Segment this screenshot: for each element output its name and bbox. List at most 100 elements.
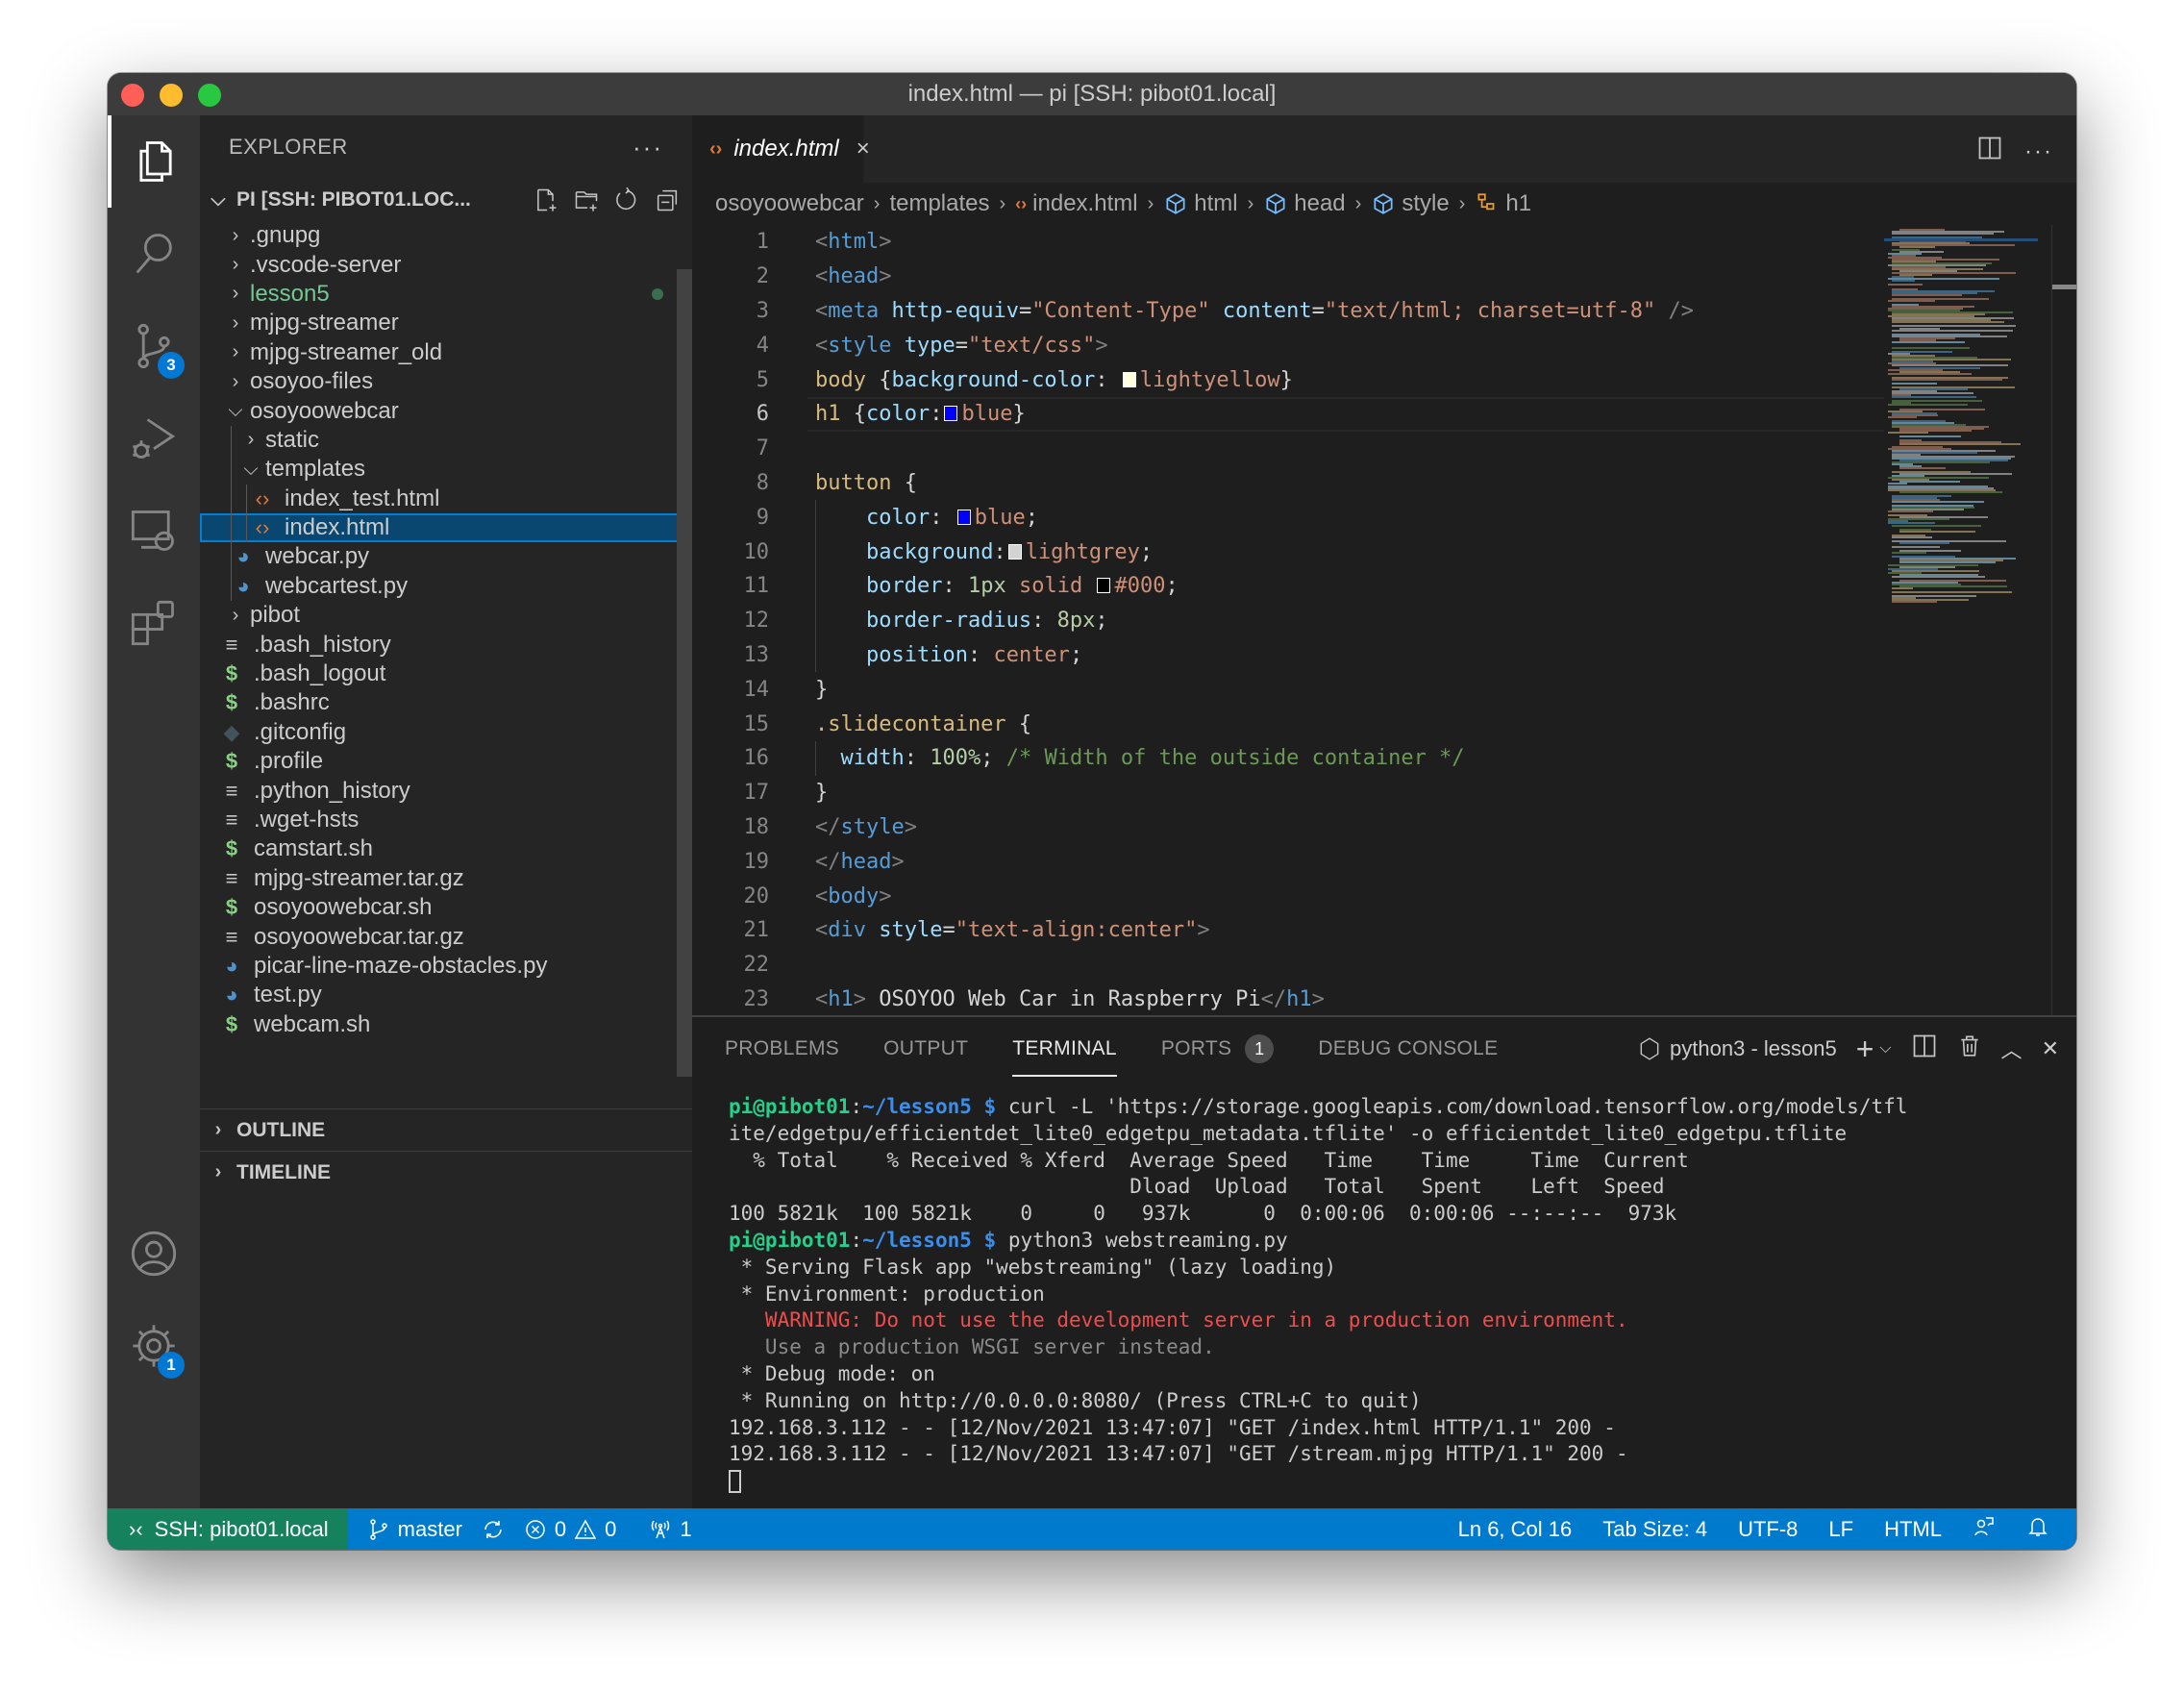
color-swatch[interactable] — [1122, 371, 1136, 387]
code-line[interactable]: 10 background: lightgrey; — [692, 535, 1884, 569]
more-actions-icon[interactable]: ··· — [633, 133, 663, 162]
language-mode[interactable]: HTML — [1884, 1517, 1942, 1542]
tree-item[interactable]: › mjpg-streamer_old — [200, 338, 692, 367]
activity-accounts[interactable] — [108, 1207, 200, 1300]
timeline-section[interactable]: › TIMELINE — [200, 1151, 692, 1193]
git-branch[interactable]: master — [367, 1517, 462, 1542]
split-terminal-icon[interactable] — [1911, 1033, 1938, 1065]
activity-run-debug[interactable] — [108, 392, 200, 485]
minimap[interactable] — [1884, 225, 2038, 1015]
breadcrumb-item[interactable]: html — [1163, 190, 1238, 217]
tree-item[interactable]: ≡ .bash_history — [200, 630, 692, 659]
tree-item[interactable]: $ webcam.sh — [200, 1010, 692, 1039]
chevron-down-icon[interactable]: ⌵ — [1879, 1040, 1891, 1058]
panel-tab-debug-console[interactable]: DEBUG CONSOLE — [1318, 1017, 1498, 1081]
maximize-window-button[interactable] — [198, 84, 221, 107]
trash-icon[interactable] — [1957, 1033, 1982, 1064]
close-window-button[interactable] — [121, 84, 144, 107]
maximize-panel-icon[interactable]: ︿ — [2001, 1033, 2023, 1064]
remote-indicator[interactable]: ›‹ SSH: pibot01.local — [108, 1508, 348, 1550]
color-swatch[interactable] — [956, 509, 971, 525]
breadcrumb-item[interactable]: h1 — [1475, 190, 1531, 217]
ports-indicator[interactable]: 1 — [649, 1517, 692, 1542]
panel-tab-problems[interactable]: PROBLEMS — [725, 1017, 839, 1081]
activity-search[interactable] — [108, 208, 200, 300]
tree-item[interactable]: ◕ test.py — [200, 981, 692, 1009]
tree-item[interactable]: › .gnupg — [200, 221, 692, 250]
scrollbar-thumb[interactable] — [2052, 285, 2076, 289]
code-editor[interactable]: 1 <html> 2 <head> 3 <meta http-equiv="Content… — [692, 225, 1884, 1015]
collapse-all-icon[interactable] — [654, 187, 681, 213]
split-editor-icon[interactable] — [1976, 135, 2003, 168]
color-swatch[interactable] — [1097, 578, 1111, 594]
code-line[interactable]: 20 <body> — [692, 879, 1884, 913]
refresh-icon[interactable] — [613, 187, 640, 213]
tree-item[interactable]: › .vscode-server — [200, 250, 692, 279]
code-line[interactable]: 2 <head> — [692, 260, 1884, 294]
breadcrumb-item[interactable]: style — [1371, 190, 1450, 217]
tree-item[interactable]: ‹› index.html — [200, 512, 692, 543]
code-line[interactable]: 9 color: blue; — [692, 500, 1884, 535]
tree-item[interactable]: ≡ osoyoowebcar.tar.gz — [200, 922, 692, 951]
tree-item[interactable]: ◆ .gitconfig — [200, 718, 692, 747]
close-panel-icon[interactable]: ✕ — [2042, 1036, 2059, 1061]
tree-item[interactable]: ◕ webcartest.py — [200, 572, 692, 601]
feedback-icon[interactable] — [1973, 1515, 1996, 1544]
panel-tab-output[interactable]: OUTPUT — [883, 1017, 968, 1081]
tree-item[interactable]: › mjpg-streamer — [200, 309, 692, 337]
code-line[interactable]: 3 <meta http-equiv="Content-Type" content… — [692, 294, 1884, 329]
breadcrumb-item[interactable]: head — [1263, 190, 1346, 217]
outline-section[interactable]: › OUTLINE — [200, 1108, 692, 1151]
more-actions-icon[interactable]: ··· — [2024, 138, 2053, 165]
tab-index-html[interactable]: ‹› index.html × — [692, 115, 870, 183]
tree-item[interactable]: › osoyoo-files — [200, 367, 692, 396]
tree-item[interactable]: ⌵ osoyoowebcar — [200, 396, 692, 425]
editor-scrollbar[interactable] — [2051, 225, 2076, 1015]
code-line[interactable]: 17} — [692, 776, 1884, 810]
end-of-line[interactable]: LF — [1828, 1517, 1853, 1542]
code-line[interactable]: 4 <style type="text/css"> — [692, 328, 1884, 362]
new-file-icon[interactable] — [533, 187, 559, 213]
tree-item[interactable]: $ .bashrc — [200, 688, 692, 717]
tree-item[interactable]: $ .bash_logout — [200, 659, 692, 688]
tree-item[interactable]: ◕ picar-line-maze-obstacles.py — [200, 952, 692, 981]
breadcrumb-item[interactable]: osoyoowebcar — [715, 190, 864, 217]
tree-item[interactable]: ≡ .python_history — [200, 776, 692, 805]
encoding[interactable]: UTF-8 — [1738, 1517, 1798, 1542]
terminal-selector[interactable]: python3 - lesson5 — [1637, 1036, 1837, 1061]
problems-indicator[interactable]: 0 0 — [524, 1517, 616, 1542]
breadcrumb-item[interactable]: ‹› index.html — [1015, 190, 1137, 217]
tree-item[interactable]: $ .profile — [200, 747, 692, 776]
minimize-window-button[interactable] — [160, 84, 183, 107]
code-line[interactable]: 8 button { — [692, 466, 1884, 501]
activity-explorer[interactable] — [108, 115, 200, 208]
cursor-position[interactable]: Ln 6, Col 16 — [1458, 1517, 1573, 1542]
code-line[interactable]: 12 border-radius: 8px; — [692, 604, 1884, 638]
new-terminal-icon[interactable]: + — [1856, 1032, 1874, 1067]
tree-item[interactable]: ◕ webcar.py — [200, 542, 692, 571]
panel-tab-terminal[interactable]: TERMINAL — [1012, 1017, 1117, 1081]
code-line[interactable]: 1 <html> — [692, 225, 1884, 260]
notifications-bell-icon[interactable] — [2026, 1515, 2049, 1544]
terminal-prompt-line[interactable] — [729, 1468, 2048, 1495]
code-line[interactable]: 21 <div style="text-align:center"> — [692, 913, 1884, 948]
tree-item[interactable]: $ camstart.sh — [200, 834, 692, 863]
sync-button[interactable] — [482, 1518, 505, 1541]
color-swatch[interactable] — [1007, 543, 1022, 560]
sidebar-scrollbar[interactable] — [677, 269, 692, 1077]
breadcrumb-item[interactable]: templates — [889, 190, 989, 217]
code-line[interactable]: 16 width: 100%; /* Width of the outside … — [692, 741, 1884, 776]
tab-size[interactable]: Tab Size: 4 — [1602, 1517, 1707, 1542]
code-line[interactable]: 22 — [692, 948, 1884, 983]
code-line[interactable]: 7 — [692, 432, 1884, 466]
code-line[interactable]: 11 border: 1px solid #000; — [692, 569, 1884, 604]
panel-tab-ports[interactable]: PORTS 1 — [1161, 1017, 1275, 1081]
tree-item[interactable]: ≡ .wget-hsts — [200, 806, 692, 834]
activity-manage[interactable]: 1 — [108, 1300, 200, 1392]
activity-source-control[interactable]: 3 — [108, 300, 200, 392]
new-folder-icon[interactable] — [573, 187, 600, 213]
tree-item[interactable]: › pibot — [200, 601, 692, 630]
code-line[interactable]: 18 </style> — [692, 810, 1884, 845]
code-line[interactable]: 23 <h1> OSOYOO Web Car in Raspberry Pi</h… — [692, 983, 1884, 1015]
code-line[interactable]: 15 .slidecontainer { — [692, 707, 1884, 741]
